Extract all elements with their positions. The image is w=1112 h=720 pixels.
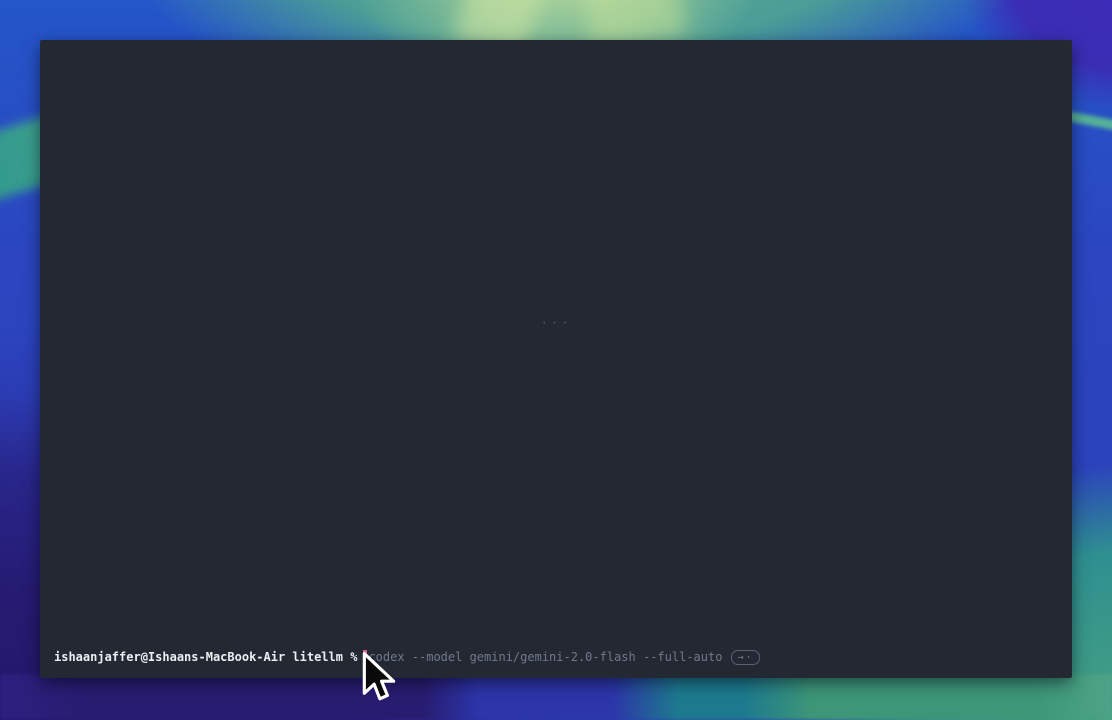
terminal-window[interactable]: ··· ishaanjaffer@Ishaans-MacBook-Air lit… <box>40 40 1072 678</box>
terminal-prompt-line[interactable]: ishaanjaffer@Ishaans-MacBook-Air litellm… <box>54 649 760 665</box>
command-suggestion-tail: --model gemini/gemini-2.0-flash --full-a… <box>405 649 723 665</box>
terminal-loading-ellipsis: ··· <box>541 316 572 330</box>
text-cursor <box>363 650 367 665</box>
wallpaper-bottom-strip <box>0 674 1112 720</box>
command-suggestion-head: codex <box>368 649 404 665</box>
shell-prompt: ishaanjaffer@Ishaans-MacBook-Air litellm… <box>54 649 357 665</box>
accept-suggestion-key-badge: →· <box>731 650 759 665</box>
